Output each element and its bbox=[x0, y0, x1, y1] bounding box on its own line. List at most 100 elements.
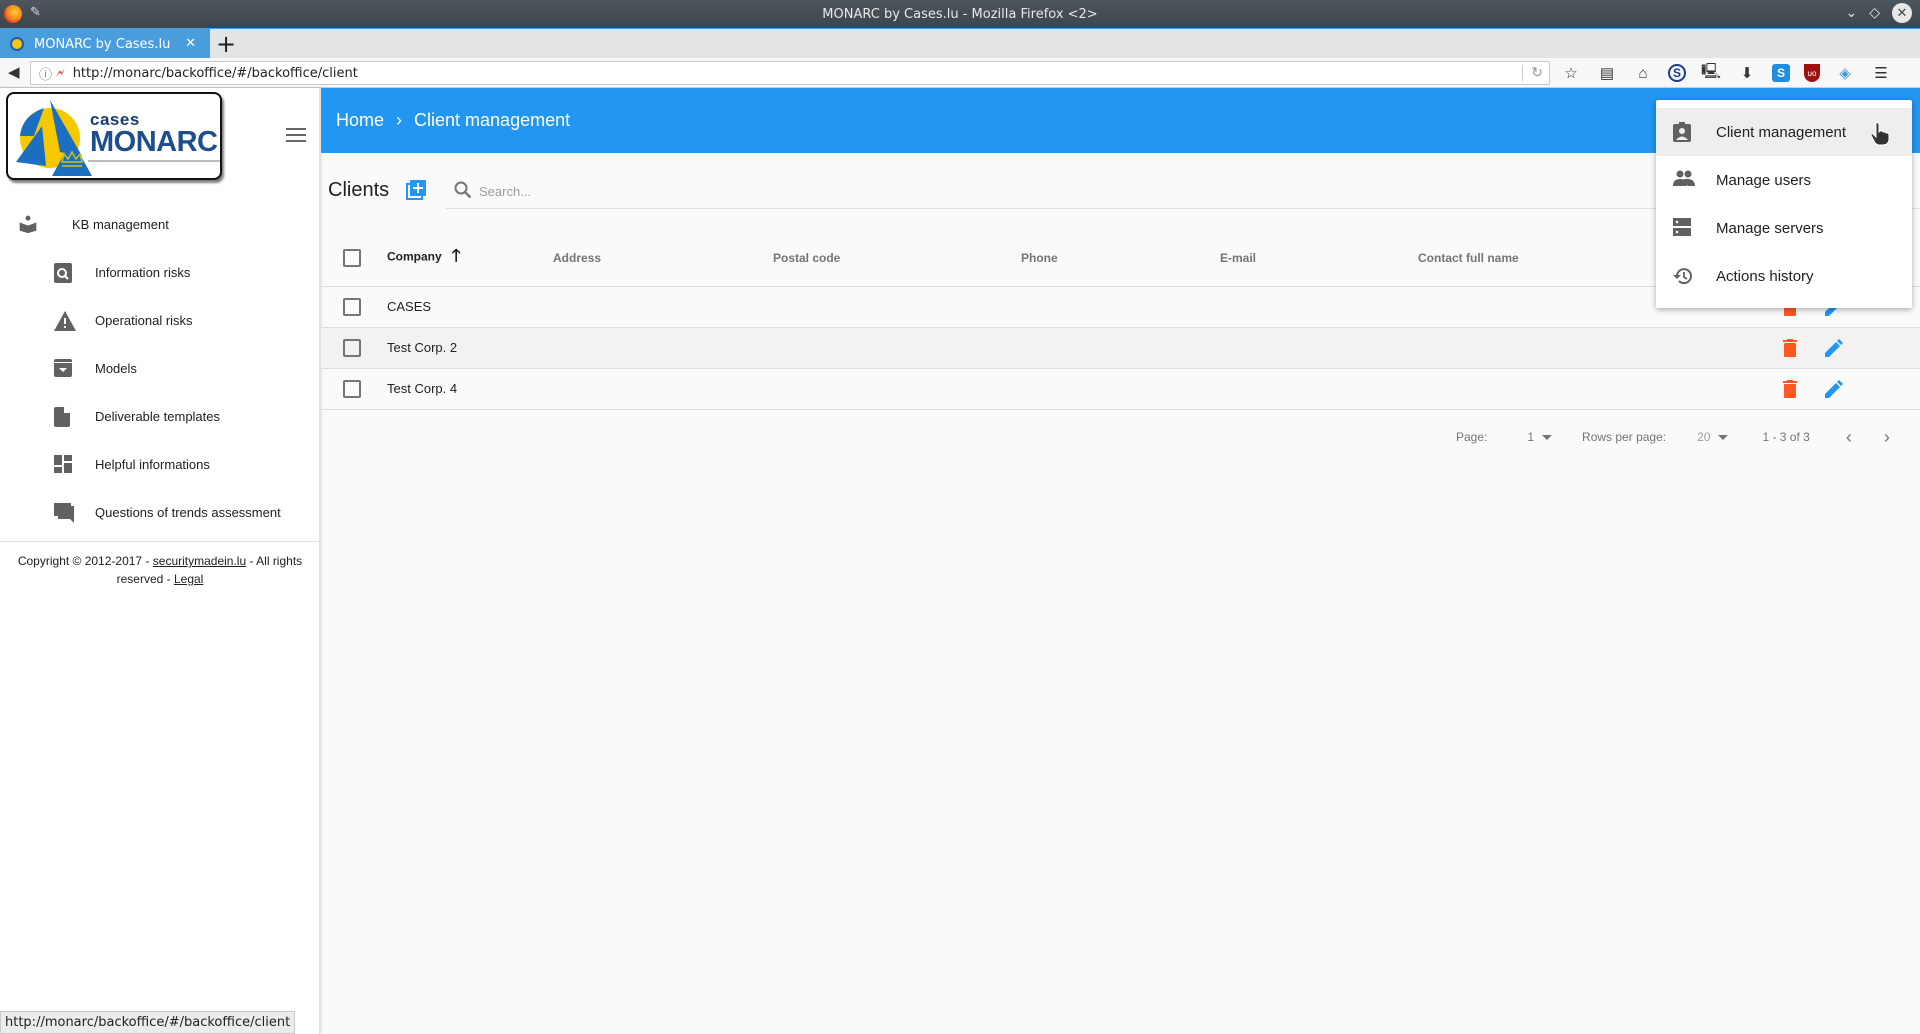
download-icon[interactable]: ⬇ bbox=[1736, 62, 1758, 84]
pin-icon[interactable]: ✎ bbox=[30, 5, 41, 20]
close-window-icon[interactable]: ✕ bbox=[1892, 3, 1912, 23]
delete-icon[interactable] bbox=[1783, 379, 1797, 398]
sidebar-item-questions-trends[interactable]: Questions of trends assessment bbox=[0, 488, 320, 536]
column-label: Company bbox=[387, 249, 442, 264]
edit-icon[interactable] bbox=[1824, 338, 1843, 357]
reading-list-icon[interactable]: ▤ bbox=[1596, 62, 1618, 84]
home-icon[interactable]: ⌂ bbox=[1632, 62, 1654, 84]
search-doc-icon bbox=[54, 263, 72, 283]
menu-item-label: Client management bbox=[1716, 123, 1847, 141]
postal-code-cell bbox=[773, 368, 1021, 410]
menu-item-label: Manage servers bbox=[1716, 219, 1824, 237]
url-text[interactable]: http://monarc/backoffice/#/backoffice/cl… bbox=[73, 66, 358, 81]
menu-item-label: Manage users bbox=[1716, 171, 1812, 189]
next-page-icon[interactable]: › bbox=[1884, 427, 1890, 448]
rows-per-page-label: Rows per page: bbox=[1582, 430, 1667, 444]
contact-cell bbox=[1418, 327, 1718, 369]
column-label: Postal code bbox=[773, 250, 841, 265]
phone-cell bbox=[1021, 368, 1220, 410]
s-blue-extension-icon[interactable]: S bbox=[1772, 64, 1790, 82]
add-client-button[interactable] bbox=[405, 179, 427, 201]
window-title: MONARC by Cases.lu - Mozilla Firefox <2> bbox=[822, 6, 1098, 22]
people-icon bbox=[1673, 170, 1695, 186]
sidebar-item-information-risks[interactable]: Information risks bbox=[0, 248, 320, 296]
row-checkbox[interactable] bbox=[343, 297, 361, 316]
archive-icon bbox=[54, 359, 72, 377]
monarc-logo[interactable]: cases MONARC bbox=[6, 92, 222, 180]
page-select[interactable]: 1 bbox=[1527, 430, 1553, 444]
row-select-cell bbox=[321, 368, 361, 410]
diamond-extension-icon[interactable]: ◈ bbox=[1834, 62, 1856, 84]
row-checkbox[interactable] bbox=[343, 379, 361, 398]
sidebar-item-kb-management[interactable]: KB management bbox=[0, 200, 320, 248]
search-input[interactable] bbox=[479, 181, 1079, 201]
address-cell bbox=[553, 286, 773, 328]
rows-per-page-select[interactable]: 20 bbox=[1697, 430, 1729, 444]
history-icon bbox=[1673, 268, 1692, 285]
dropdown-caret-icon bbox=[1718, 434, 1729, 440]
maximize-icon[interactable]: ◇ bbox=[1869, 5, 1880, 21]
delete-icon[interactable] bbox=[1783, 338, 1797, 357]
sidebar-item-label: Helpful informations bbox=[95, 456, 210, 472]
search-icon bbox=[454, 181, 472, 199]
sort-ascending-icon: 🡑 bbox=[451, 246, 461, 266]
postal-code-cell bbox=[773, 286, 1021, 328]
network-icon[interactable]: 🖳 bbox=[1700, 62, 1722, 84]
dashboard-icon bbox=[54, 455, 72, 473]
forum-icon bbox=[54, 503, 74, 523]
edit-icon[interactable] bbox=[1824, 379, 1843, 398]
new-tab-button[interactable]: + bbox=[216, 31, 236, 57]
sidebar-item-operational-risks[interactable]: Operational risks bbox=[0, 296, 320, 344]
row-checkbox[interactable] bbox=[343, 338, 361, 357]
column-company[interactable]: Company 🡑 bbox=[361, 230, 553, 287]
navigation-bar: ◀ ⓘ 🗲 http://monarc/backoffice/#/backoff… bbox=[0, 58, 1920, 88]
column-label: Phone bbox=[1021, 250, 1058, 265]
hand-cursor-icon bbox=[1870, 122, 1890, 146]
menu-item-actions-history[interactable]: Actions history bbox=[1656, 252, 1912, 300]
table-row: Test Corp. 2 bbox=[321, 327, 1920, 369]
sidebar-toggle-button[interactable] bbox=[286, 128, 306, 142]
link-status-bar: http://monarc/backoffice/#/backoffice/cl… bbox=[0, 1011, 296, 1034]
address-cell bbox=[553, 327, 773, 369]
close-tab-icon[interactable]: ✕ bbox=[185, 36, 196, 51]
email-cell bbox=[1220, 368, 1418, 410]
breadcrumb-home[interactable]: Home bbox=[336, 110, 384, 131]
email-cell bbox=[1220, 286, 1418, 328]
menu-item-manage-users[interactable]: Manage users bbox=[1656, 156, 1912, 204]
sidebar-item-models[interactable]: Models bbox=[0, 344, 320, 392]
email-cell bbox=[1220, 327, 1418, 369]
s-extension-icon[interactable]: S bbox=[1668, 64, 1686, 82]
legal-link[interactable]: Legal bbox=[174, 572, 203, 586]
menu-item-manage-servers[interactable]: Manage servers bbox=[1656, 204, 1912, 252]
sidebar-item-deliverable-templates[interactable]: Deliverable templates bbox=[0, 392, 320, 440]
sidebar-item-label: Information risks bbox=[95, 264, 191, 280]
back-arrow-icon[interactable]: ◀ bbox=[8, 63, 20, 81]
column-label: E-mail bbox=[1220, 250, 1257, 265]
menu-item-label: Actions history bbox=[1716, 267, 1814, 285]
window-titlebar: ✎ MONARC by Cases.lu - Mozilla Firefox <… bbox=[0, 0, 1920, 28]
select-all-checkbox[interactable] bbox=[343, 248, 361, 267]
window-controls: ⌄ ◇ ✕ bbox=[1845, 3, 1912, 23]
bookmark-star-icon[interactable]: ☆ bbox=[1560, 62, 1582, 84]
previous-page-icon[interactable]: ‹ bbox=[1846, 427, 1852, 448]
column-address[interactable]: Address bbox=[553, 230, 773, 287]
file-icon bbox=[54, 407, 70, 427]
reload-icon[interactable]: ↻ bbox=[1522, 65, 1543, 81]
browser-tab[interactable]: MONARC by Cases.lu ✕ bbox=[0, 29, 210, 59]
warning-icon bbox=[54, 311, 76, 331]
sidebar-item-helpful-informations[interactable]: Helpful informations bbox=[0, 440, 320, 488]
range-text: 1 - 3 of 3 bbox=[1762, 430, 1810, 444]
minimize-icon[interactable]: ⌄ bbox=[1845, 5, 1857, 21]
menu-icon[interactable]: ☰ bbox=[1870, 62, 1892, 84]
row-select-cell bbox=[321, 286, 361, 328]
ublock-icon[interactable]: uo bbox=[1804, 64, 1820, 82]
company-cell: Test Corp. 2 bbox=[361, 327, 553, 369]
logo-underline bbox=[88, 160, 220, 162]
column-postal-code[interactable]: Postal code bbox=[773, 230, 1021, 287]
info-icon[interactable]: ⓘ bbox=[39, 64, 52, 83]
url-bar[interactable]: ⓘ 🗲 http://monarc/backoffice/#/backoffic… bbox=[30, 61, 1550, 85]
securitymadein-link[interactable]: securitymadein.lu bbox=[153, 554, 246, 568]
column-phone[interactable]: Phone bbox=[1021, 230, 1220, 287]
column-email[interactable]: E-mail bbox=[1220, 230, 1418, 287]
tab-bar: MONARC by Cases.lu ✕ + bbox=[0, 28, 1920, 59]
